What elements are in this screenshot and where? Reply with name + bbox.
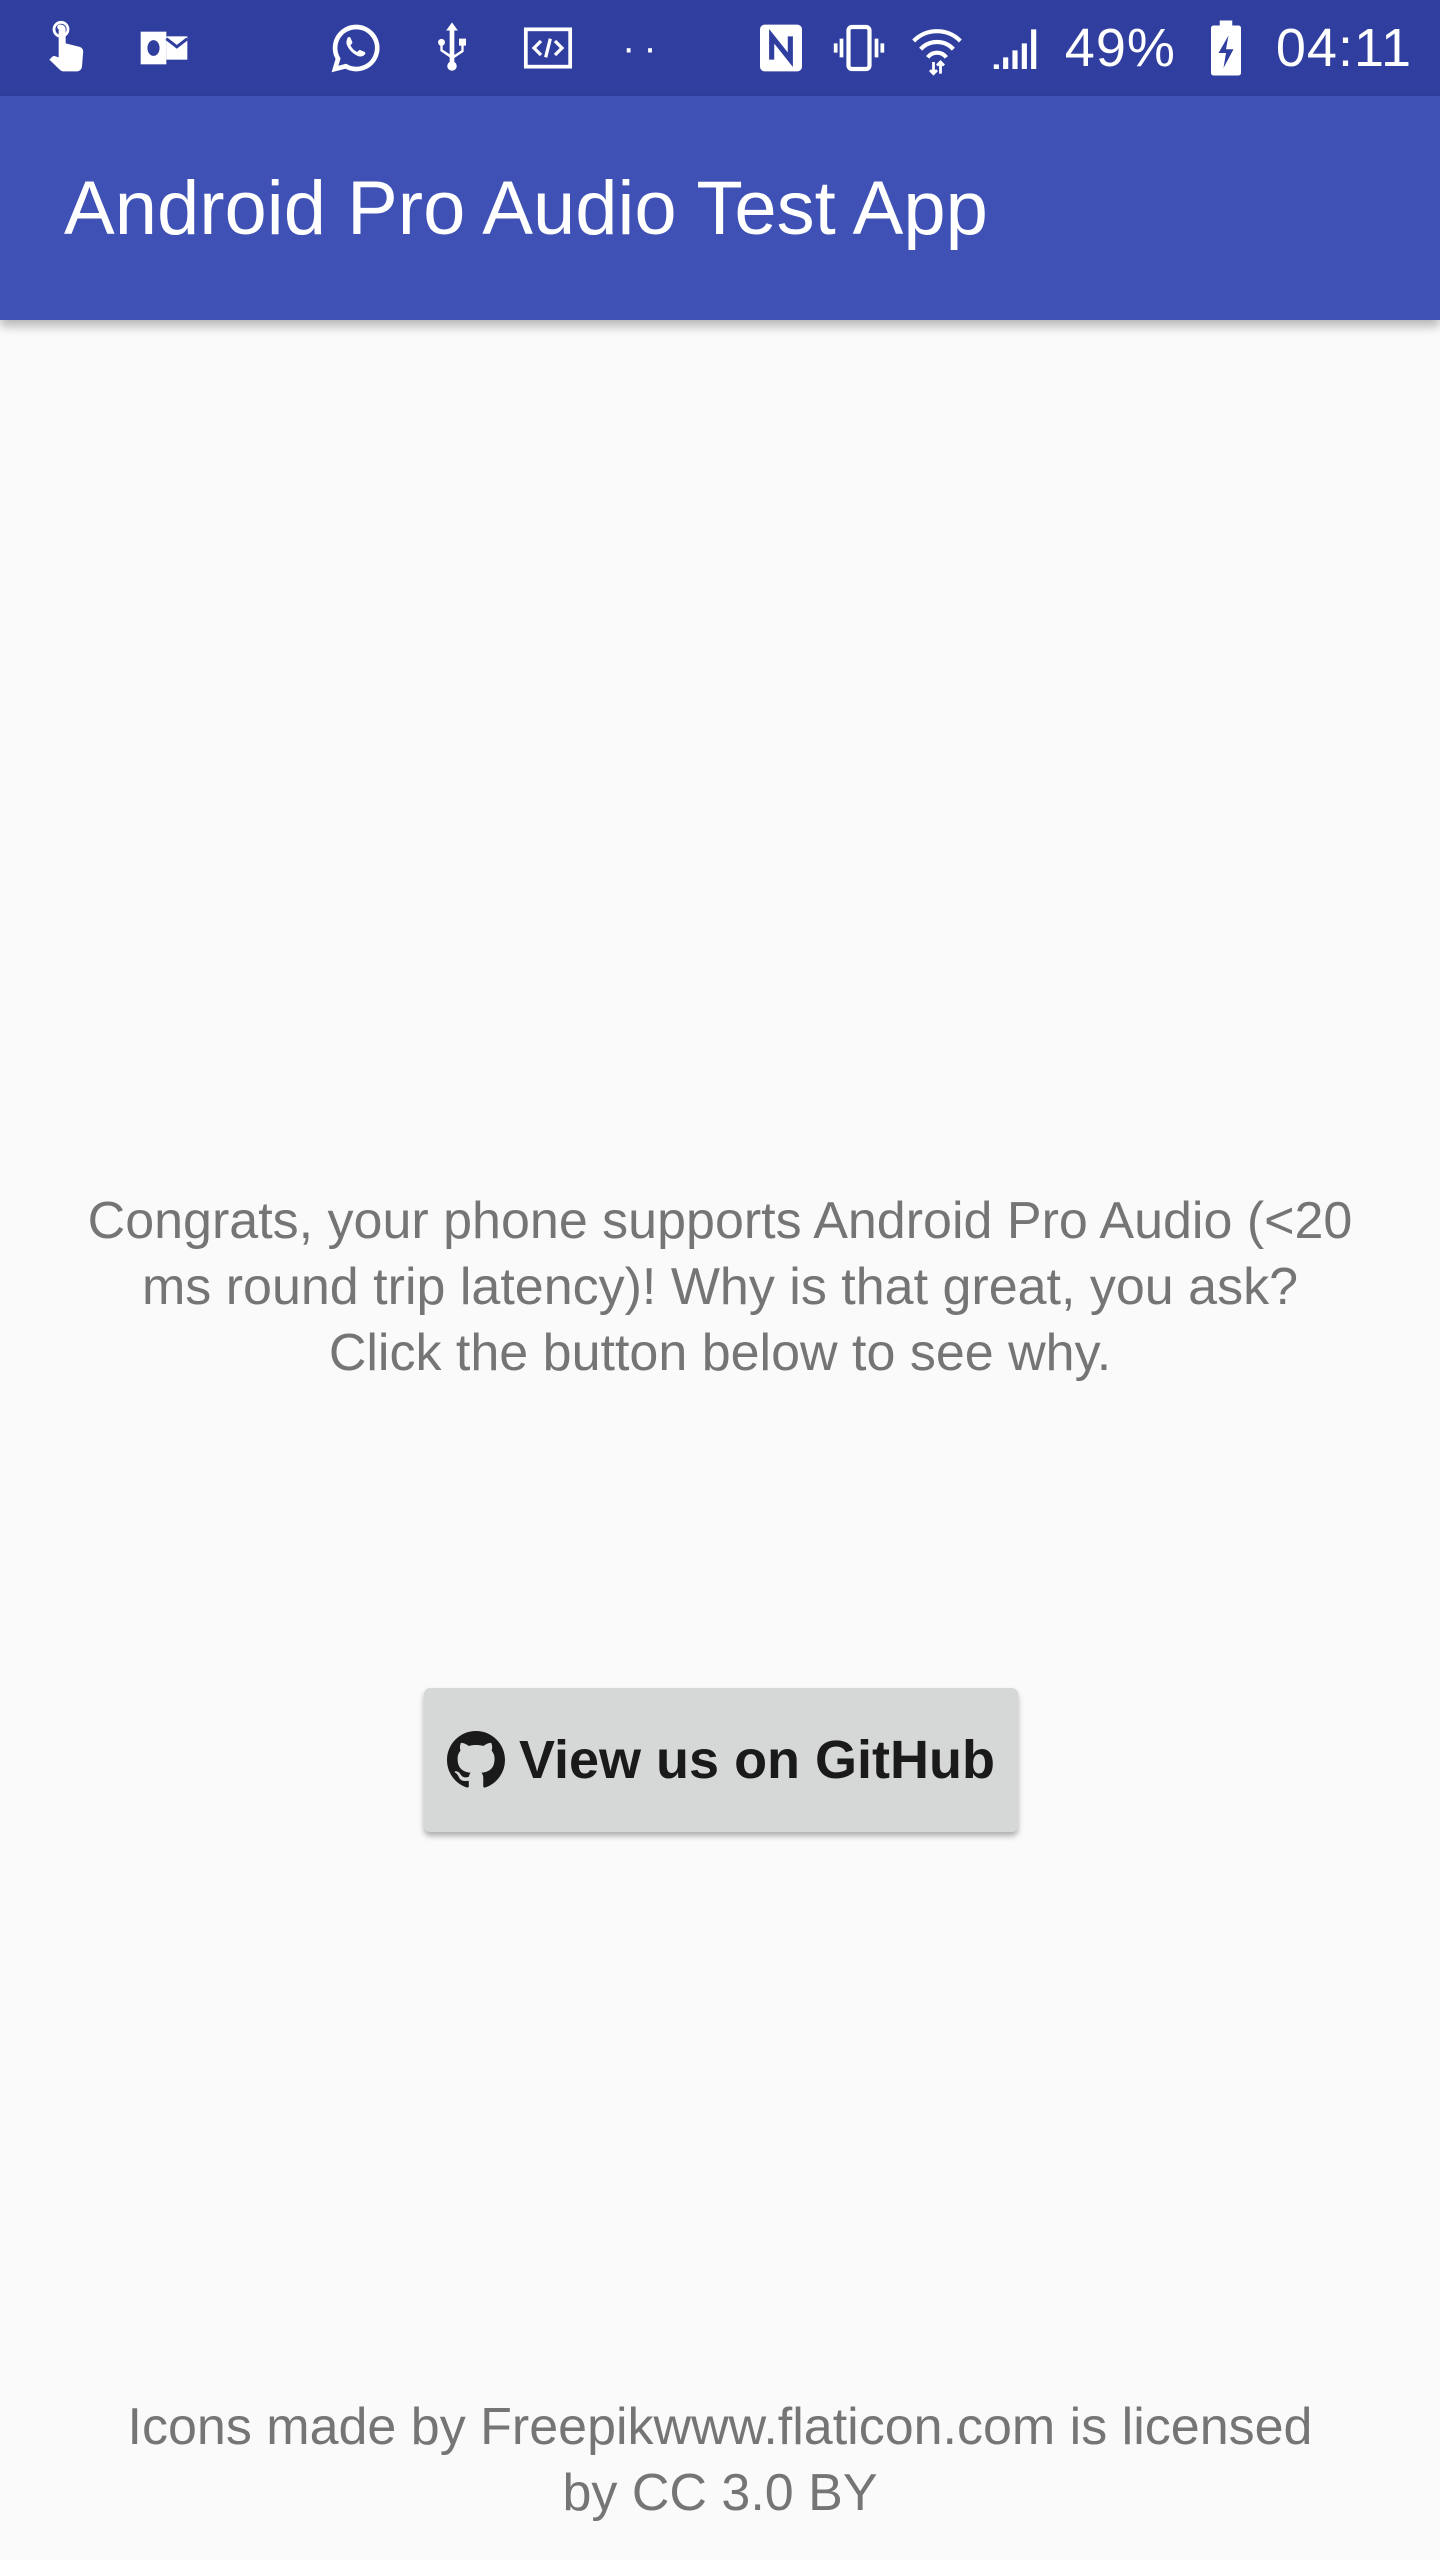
notification-icons: ·· xyxy=(40,20,753,76)
icon-credits: Icons made by Freepikwww.flaticon.com is… xyxy=(127,2398,1313,2522)
app-bar: Android Pro Audio Test App xyxy=(0,96,1440,320)
wifi-icon xyxy=(909,20,965,76)
usb-icon xyxy=(424,20,480,76)
code-icon xyxy=(520,20,576,76)
view-on-github-button[interactable]: View us on GitHub xyxy=(424,1688,1018,1832)
battery-icon xyxy=(1198,20,1254,76)
github-icon xyxy=(446,1731,505,1789)
vibrate-icon xyxy=(831,20,887,76)
battery-percent: 49% xyxy=(1064,18,1176,78)
app-title: Android Pro Audio Test App xyxy=(64,165,988,251)
whatsapp-icon xyxy=(328,20,384,76)
cell-signal-icon xyxy=(987,20,1043,76)
outlook-icon xyxy=(136,20,192,76)
system-icons: 49% 04:11 xyxy=(753,17,1412,79)
status-bar: ·· 49% 04:11 xyxy=(0,0,1440,96)
moon-icon xyxy=(232,20,288,76)
clock: 04:11 xyxy=(1275,18,1412,78)
overflow-dots: ·· xyxy=(622,25,665,70)
pro-audio-message: Congrats, your phone supports Android Pr… xyxy=(87,1192,1353,1382)
button-label: View us on GitHub xyxy=(518,1730,996,1790)
nfc-icon xyxy=(753,20,809,76)
touch-gesture-icon xyxy=(40,20,96,76)
